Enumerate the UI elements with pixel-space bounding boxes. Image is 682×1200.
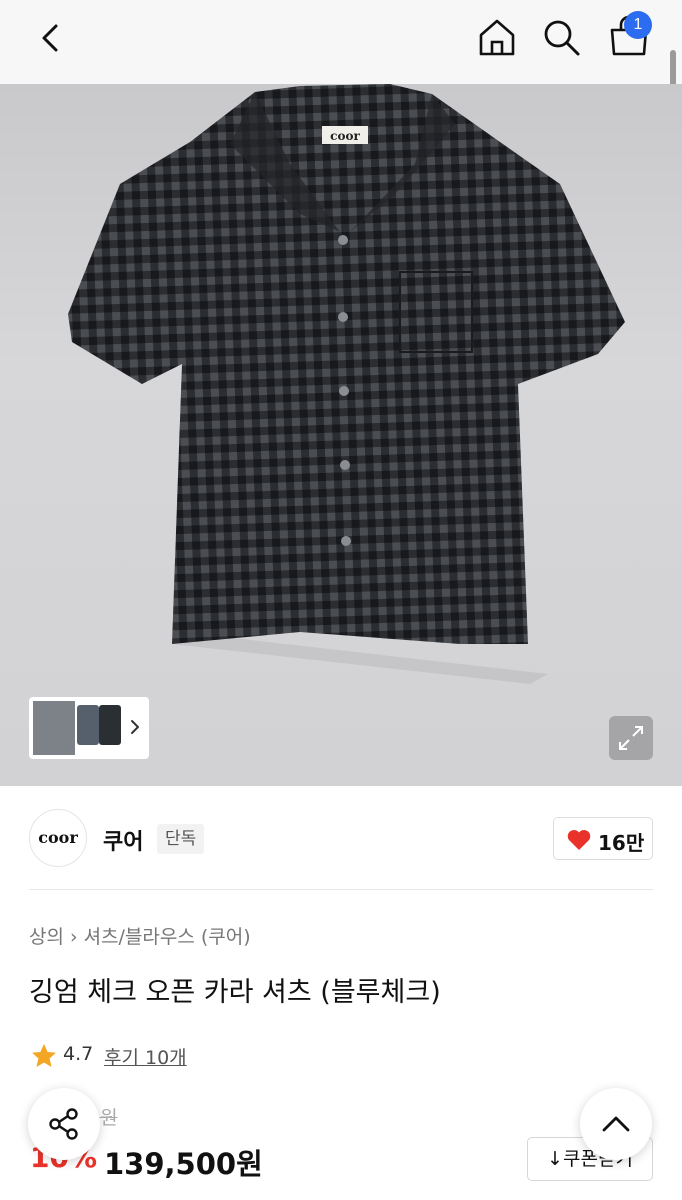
- top-nav-bar: 1: [0, 0, 682, 84]
- heart-icon: [567, 830, 591, 850]
- image-thumbnails[interactable]: [29, 697, 149, 759]
- cart-count-badge: 1: [624, 11, 652, 39]
- product-image-gallery[interactable]: coor: [0, 84, 682, 786]
- chevron-up-icon: [602, 1116, 630, 1132]
- like-count: 16만: [598, 831, 645, 855]
- expand-image-button[interactable]: [609, 716, 653, 760]
- rating-score: 4.7: [63, 1043, 94, 1065]
- exclusive-badge: 단독: [157, 824, 205, 854]
- star-icon: [32, 1044, 56, 1067]
- sale-price: 139,500원: [104, 1147, 263, 1181]
- shirt-label-text: coor: [330, 129, 360, 143]
- brand-logo[interactable]: coor: [29, 809, 87, 867]
- breadcrumb-category[interactable]: 상의: [29, 922, 64, 949]
- chevron-right-icon: ›: [69, 926, 78, 948]
- home-icon[interactable]: [474, 14, 520, 60]
- scroll-to-top-button[interactable]: [580, 1088, 652, 1160]
- brand-name[interactable]: 쿠어: [103, 824, 143, 856]
- expand-icon: [619, 726, 643, 750]
- product-image: coor: [68, 84, 625, 684]
- like-button[interactable]: 16만: [553, 817, 653, 860]
- share-icon: [49, 1108, 78, 1140]
- chevron-right-icon[interactable]: [125, 715, 145, 739]
- share-button[interactable]: [28, 1088, 100, 1160]
- download-icon: ↓: [547, 1148, 563, 1170]
- divider: [29, 889, 653, 890]
- thumbnail-blue-shirt[interactable]: [77, 705, 99, 745]
- breadcrumb-subcategory[interactable]: 셔츠/블라우스 (쿠어): [84, 922, 251, 949]
- search-icon[interactable]: [538, 14, 584, 60]
- product-title: 깅엄 체크 오픈 카라 셔츠 (블루체크): [29, 977, 441, 1008]
- back-icon[interactable]: [30, 16, 74, 60]
- breadcrumb: 상의 › 셔츠/블라우스 (쿠어): [29, 922, 251, 949]
- thumbnail-model[interactable]: [33, 701, 75, 755]
- thumbnail-black-shirt[interactable]: [99, 705, 121, 745]
- reviews-link[interactable]: 후기 10개: [104, 1043, 187, 1070]
